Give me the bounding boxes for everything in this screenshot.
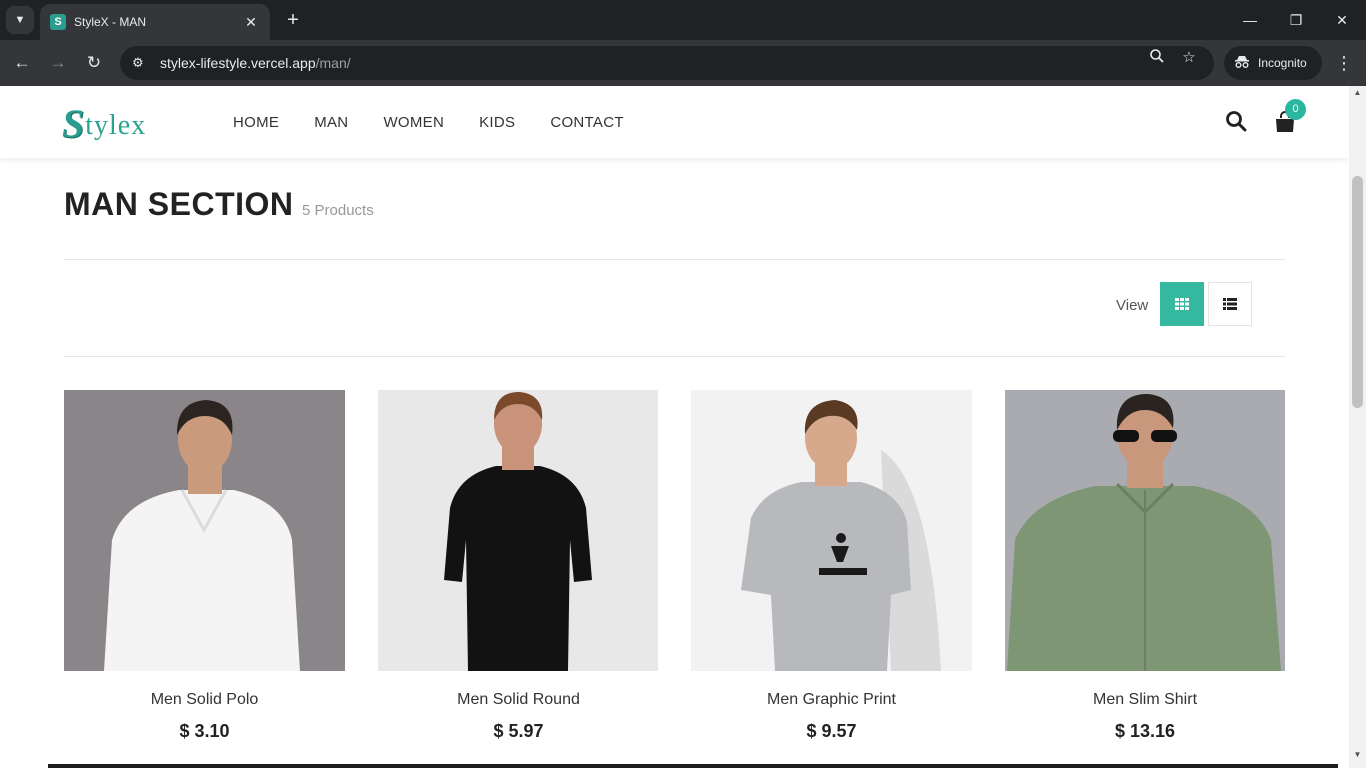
- tab-favicon-icon: S: [50, 14, 66, 30]
- product-image[interactable]: [378, 390, 659, 671]
- page-viewport: Stylex HOME MAN WOMEN KIDS CONTACT 0 MAN…: [0, 86, 1349, 768]
- product-price: $ 13.16: [1114, 721, 1176, 741]
- list-icon: [1223, 298, 1237, 310]
- product-card[interactable]: Men Graphic Print $ 9.57: [691, 390, 972, 742]
- forward-arrow-icon[interactable]: →: [45, 50, 71, 76]
- product-image[interactable]: [64, 390, 345, 671]
- search-icon[interactable]: [1225, 110, 1249, 134]
- incognito-label: Incognito: [1258, 56, 1307, 70]
- url-path: /man/: [315, 55, 351, 71]
- product-name[interactable]: Men Slim Shirt: [1005, 691, 1285, 709]
- new-tab-plus-icon[interactable]: +: [282, 8, 304, 32]
- product-image[interactable]: [1005, 390, 1285, 671]
- product-name[interactable]: Men Solid Polo: [64, 691, 345, 709]
- logo-initial: S: [62, 101, 85, 146]
- tab-search-chevron-icon[interactable]: ▼: [6, 6, 34, 34]
- browser-menu-icon[interactable]: ⋮: [1332, 50, 1356, 76]
- product-card[interactable]: Men Solid Round $ 5.97: [378, 390, 659, 742]
- minimize-icon[interactable]: —: [1238, 8, 1262, 32]
- site-header: Stylex HOME MAN WOMEN KIDS CONTACT 0: [0, 86, 1349, 158]
- product-name[interactable]: Men Solid Round: [378, 691, 659, 709]
- product-card[interactable]: Men Solid Polo $ 3.10: [64, 390, 345, 742]
- tab-close-icon[interactable]: ✕: [242, 14, 260, 31]
- list-view-button[interactable]: [1208, 282, 1252, 326]
- reload-icon[interactable]: ↻: [81, 50, 107, 76]
- product-image[interactable]: [691, 390, 972, 671]
- logo-text: tylex: [85, 110, 147, 141]
- next-row-edge: [48, 764, 1338, 768]
- browser-tab[interactable]: S StyleX - MAN ✕: [40, 4, 270, 40]
- section-title: MAN SECTION: [64, 186, 294, 222]
- cart-count-badge: 0: [1285, 99, 1306, 120]
- nav-women[interactable]: WOMEN: [383, 114, 444, 131]
- view-label: View: [1116, 297, 1149, 314]
- product-name[interactable]: Men Graphic Print: [691, 691, 972, 709]
- tab-title: StyleX - MAN: [74, 15, 147, 29]
- browser-toolbar: ← → ↻ ⚙ stylex-lifestyle.vercel.app/man/…: [0, 40, 1366, 86]
- scroll-up-arrow-icon[interactable]: ▲: [1349, 88, 1366, 102]
- stylex-logo[interactable]: Stylex: [62, 104, 146, 144]
- grid-icon: [1175, 298, 1189, 310]
- incognito-badge[interactable]: Incognito: [1224, 46, 1322, 80]
- main-nav: HOME MAN WOMEN KIDS CONTACT: [233, 114, 624, 131]
- window-close-icon[interactable]: ✕: [1330, 8, 1354, 32]
- nav-home[interactable]: HOME: [233, 114, 279, 131]
- product-card[interactable]: Men Slim Shirt $ 13.16: [1005, 390, 1285, 742]
- incognito-icon: [1234, 55, 1250, 72]
- bookmark-star-icon[interactable]: ☆: [1180, 48, 1198, 66]
- nav-man[interactable]: MAN: [314, 114, 348, 131]
- product-price: $ 5.97: [493, 721, 544, 741]
- product-price: $ 3.10: [179, 721, 230, 741]
- divider-top: [64, 259, 1285, 260]
- back-arrow-icon[interactable]: ←: [9, 50, 35, 76]
- nav-contact[interactable]: CONTACT: [550, 114, 623, 131]
- browser-tab-bar: ▼ S StyleX - MAN ✕ + — ❐ ✕: [0, 0, 1366, 40]
- site-settings-icon[interactable]: ⚙: [132, 55, 148, 71]
- product-count: 5 Products: [302, 202, 374, 219]
- scroll-down-arrow-icon[interactable]: ▼: [1349, 750, 1366, 764]
- zoom-icon[interactable]: [1148, 48, 1166, 68]
- product-price: $ 9.57: [806, 721, 857, 741]
- url-host: stylex-lifestyle.vercel.app: [160, 55, 316, 71]
- grid-view-button[interactable]: [1160, 282, 1204, 326]
- scrollbar-thumb[interactable]: [1352, 176, 1363, 408]
- nav-kids[interactable]: KIDS: [479, 114, 515, 131]
- divider-bottom: [64, 356, 1285, 357]
- restore-icon[interactable]: ❐: [1284, 8, 1308, 32]
- page-scrollbar[interactable]: ▲ ▼: [1349, 86, 1366, 768]
- address-bar[interactable]: ⚙ stylex-lifestyle.vercel.app/man/: [120, 46, 1214, 80]
